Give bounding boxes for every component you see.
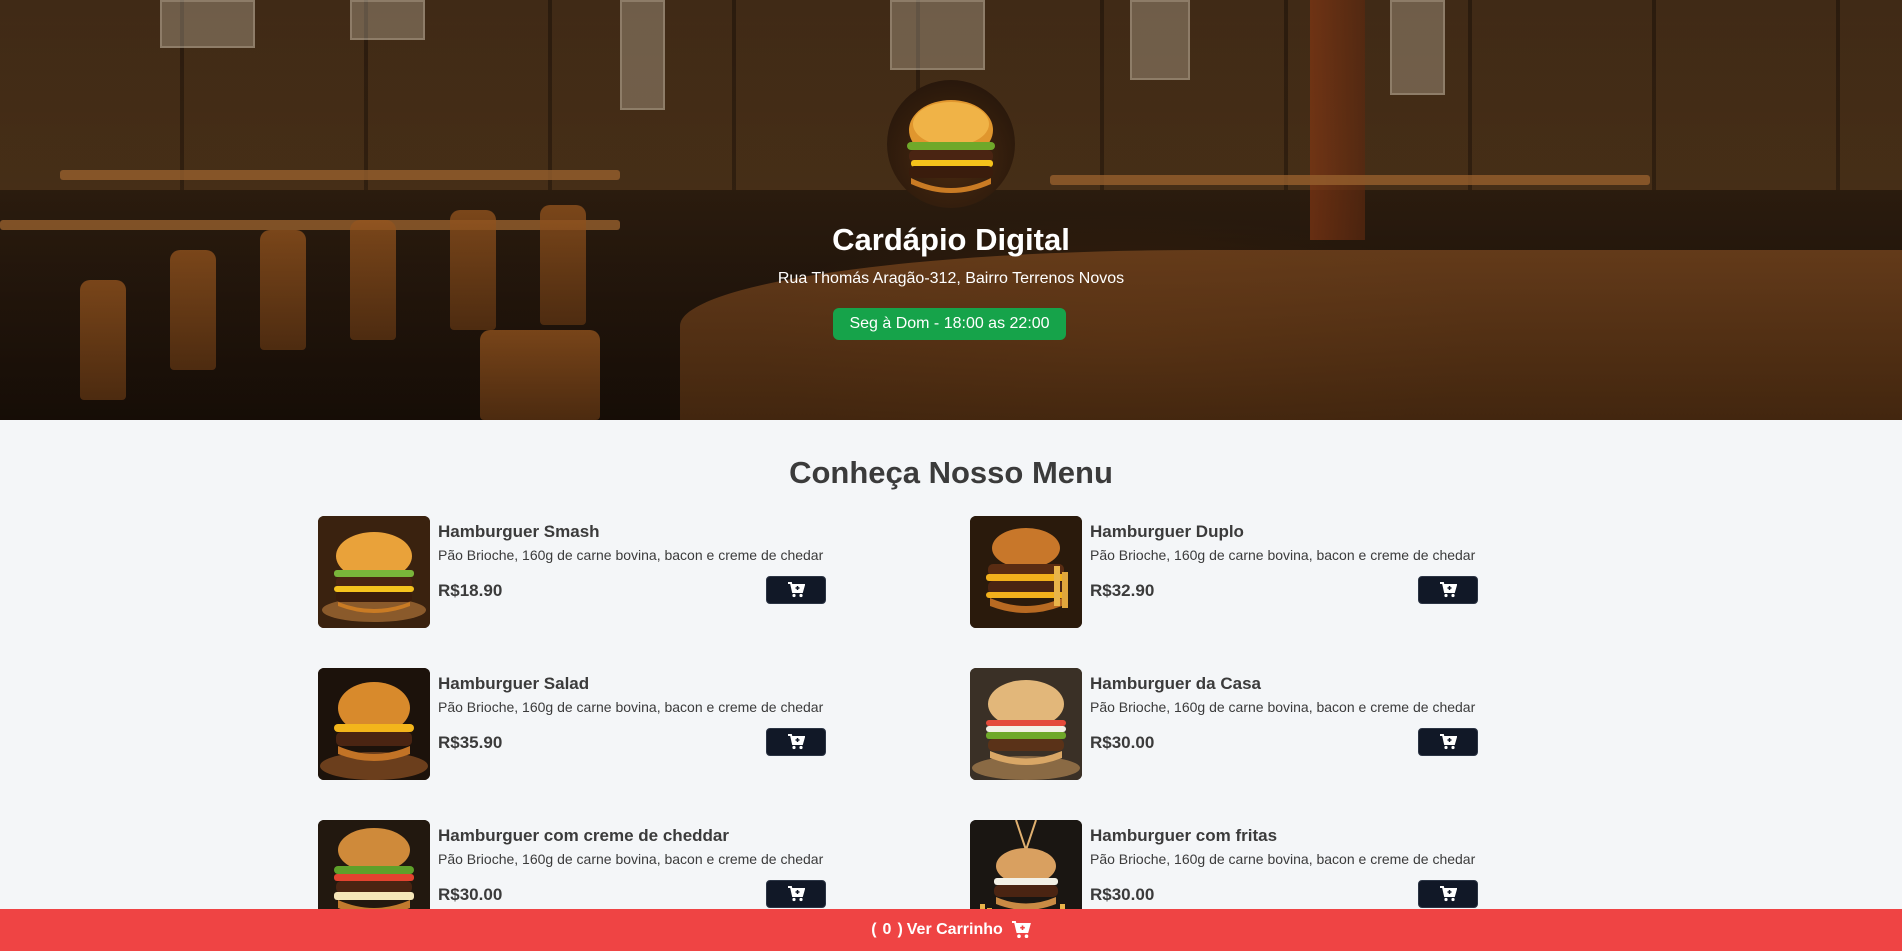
page-title: Cardápio Digital [832, 222, 1070, 257]
cart-plus-icon [1440, 734, 1457, 750]
item-description: Pão Brioche, 160g de carne bovina, bacon… [438, 547, 824, 563]
menu-item: Hamburguer da Casa Pão Brioche, 160g de … [970, 668, 1478, 780]
cart-count: 0 [882, 921, 892, 938]
item-price: R$30.00 [1090, 885, 1155, 904]
item-name: Hamburguer com creme de cheddar [438, 826, 729, 845]
item-name: Hamburguer da Casa [1090, 674, 1261, 693]
add-to-cart-button[interactable] [1418, 880, 1478, 908]
cart-plus-icon [788, 734, 805, 750]
menu-item: Hamburguer com creme de cheddar Pão Brio… [318, 820, 826, 909]
add-to-cart-button[interactable] [766, 880, 826, 908]
hero-banner: Cardápio Digital Rua Thomás Aragão-312, … [0, 0, 1902, 420]
item-price: R$30.00 [438, 885, 503, 904]
item-name: Hamburguer Smash [438, 522, 600, 541]
cart-plus-icon [1440, 886, 1457, 902]
item-price: R$35.90 [438, 733, 503, 752]
item-name: Hamburguer com fritas [1090, 826, 1278, 845]
item-description: Pão Brioche, 160g de carne bovina, bacon… [438, 699, 824, 715]
item-name: Hamburguer Duplo [1090, 522, 1244, 541]
cart-plus-icon [1440, 582, 1457, 598]
item-price: R$32.90 [1090, 581, 1155, 600]
item-description: Pão Brioche, 160g de carne bovina, bacon… [1090, 851, 1476, 867]
hero-content: Cardápio Digital Rua Thomás Aragão-312, … [0, 0, 1902, 420]
menu-title: Conheça Nosso Menu [789, 455, 1113, 490]
item-description: Pão Brioche, 160g de carne bovina, bacon… [438, 851, 824, 867]
view-cart-label: Ver Carrinho [906, 921, 1003, 938]
burger-image [318, 516, 430, 628]
menu-item: Hamburguer Smash Pão Brioche, 160g de ca… [318, 516, 826, 628]
view-cart-button[interactable]: ( 0 ) Ver Carrinho [0, 909, 1902, 951]
menu-item: Hamburguer Salad Pão Brioche, 160g de ca… [318, 668, 826, 780]
restaurant-address: Rua Thomás Aragão-312, Bairro Terrenos N… [777, 270, 1125, 287]
add-to-cart-button[interactable] [766, 576, 826, 604]
burger-image [970, 820, 1082, 909]
opening-hours-badge: Seg à Dom - 18:00 as 22:00 [833, 308, 1066, 340]
cart-close-paren: ) [897, 921, 903, 938]
item-name: Hamburguer Salad [438, 674, 590, 693]
shopping-cart-icon [1011, 921, 1031, 939]
burger-image [970, 516, 1082, 628]
menu-item: Hamburguer com fritas Pão Brioche, 160g … [970, 820, 1478, 909]
cart-open-paren: ( [871, 921, 877, 938]
cart-plus-icon [788, 886, 805, 902]
add-to-cart-button[interactable] [766, 728, 826, 756]
item-price: R$30.00 [1090, 733, 1155, 752]
cart-plus-icon [788, 582, 805, 598]
item-description: Pão Brioche, 160g de carne bovina, bacon… [1090, 547, 1476, 563]
logo [887, 80, 1015, 208]
burger-image [318, 820, 430, 909]
burger-image [970, 668, 1082, 780]
item-description: Pão Brioche, 160g de carne bovina, bacon… [1090, 699, 1476, 715]
item-price: R$18.90 [438, 581, 503, 600]
add-to-cart-button[interactable] [1418, 576, 1478, 604]
add-to-cart-button[interactable] [1418, 728, 1478, 756]
menu-item: Hamburguer Duplo Pão Brioche, 160g de ca… [970, 516, 1478, 628]
burger-image [318, 668, 430, 780]
